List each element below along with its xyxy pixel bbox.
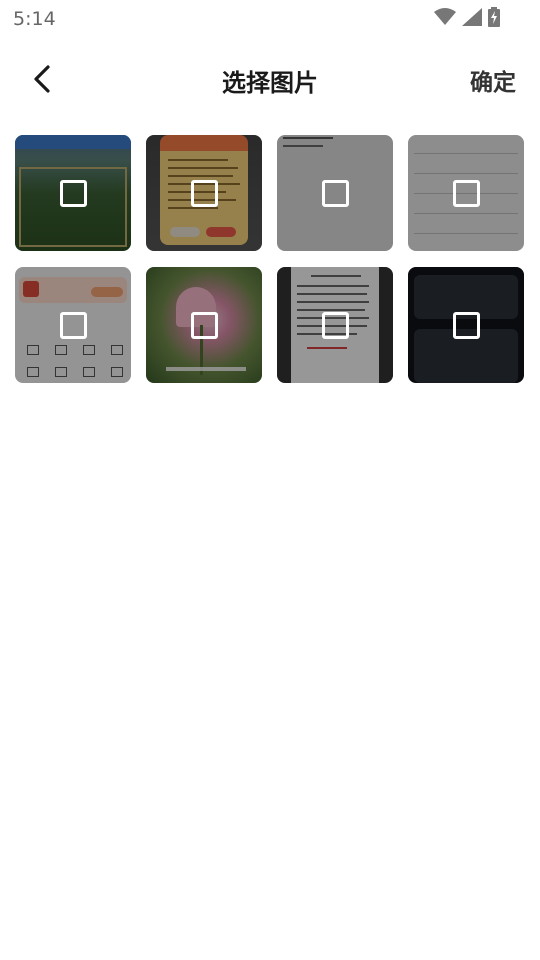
- image-item[interactable]: [15, 267, 131, 383]
- battery-charging-icon: [488, 7, 500, 27]
- confirm-button[interactable]: 确定: [470, 63, 516, 97]
- wifi-icon: [434, 8, 456, 25]
- status-icons: [434, 7, 500, 27]
- image-item[interactable]: [146, 267, 262, 383]
- image-item[interactable]: [408, 135, 524, 251]
- image-item[interactable]: [146, 135, 262, 251]
- status-bar: 5:14: [0, 0, 540, 36]
- select-checkbox[interactable]: [453, 312, 480, 339]
- image-item[interactable]: [277, 267, 393, 383]
- image-item[interactable]: [408, 267, 524, 383]
- select-checkbox[interactable]: [191, 312, 218, 339]
- select-checkbox[interactable]: [322, 312, 349, 339]
- select-checkbox[interactable]: [453, 180, 480, 207]
- select-checkbox[interactable]: [60, 312, 87, 339]
- image-item[interactable]: [15, 135, 131, 251]
- page-title: 选择图片: [222, 69, 318, 97]
- image-item[interactable]: [277, 135, 393, 251]
- signal-icon: [462, 8, 482, 26]
- select-checkbox[interactable]: [191, 180, 218, 207]
- select-checkbox[interactable]: [60, 180, 87, 207]
- status-time: 5:14: [13, 8, 56, 30]
- top-bar: 选择图片 确定: [0, 48, 540, 110]
- select-checkbox[interactable]: [322, 180, 349, 207]
